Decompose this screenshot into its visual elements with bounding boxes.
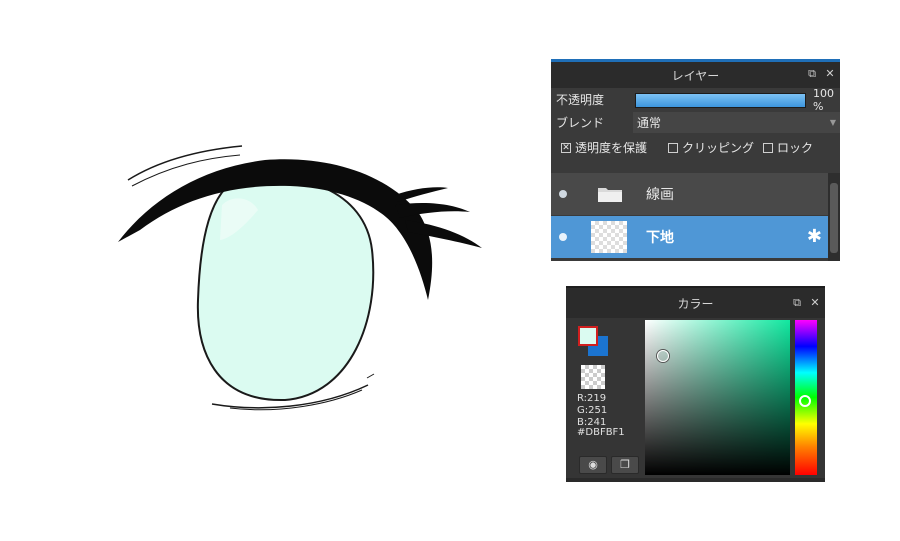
saturation-value-picker[interactable] bbox=[645, 320, 790, 475]
blend-label: ブレンド bbox=[556, 116, 605, 130]
color-panel-header: カラー ⧉ ✕ bbox=[566, 288, 825, 318]
lock-label: ロック bbox=[777, 141, 814, 155]
color-g-value: G:251 bbox=[577, 405, 608, 416]
eye-lash-flick-1 bbox=[395, 202, 470, 218]
checkbox-icon bbox=[763, 142, 773, 153]
color-hex-value: #DBFBF1 bbox=[577, 427, 625, 438]
protect-alpha-label: 透明度を保護 bbox=[575, 141, 648, 155]
picker-cursor[interactable] bbox=[657, 350, 669, 362]
popout-icon[interactable]: ⧉ bbox=[806, 68, 818, 80]
layer-name: 線画 bbox=[646, 187, 674, 203]
hue-cursor[interactable] bbox=[799, 395, 811, 407]
opacity-label: 不透明度 bbox=[556, 93, 605, 107]
color-panel-title: カラー bbox=[677, 296, 714, 311]
checkbox-icon bbox=[668, 142, 678, 153]
gear-icon[interactable]: ✱ bbox=[807, 226, 822, 247]
clipping-checkbox[interactable]: クリッピング bbox=[668, 139, 754, 156]
layer-name: 下地 bbox=[646, 230, 674, 246]
opacity-slider-fill bbox=[636, 94, 805, 107]
close-icon[interactable]: ✕ bbox=[809, 297, 821, 309]
panel-footer bbox=[566, 478, 825, 482]
layer-panel-header: レイヤー ⧉ ✕ bbox=[551, 62, 840, 88]
eye-lower-mark bbox=[366, 373, 375, 379]
blend-mode-select[interactable]: 通常 ▼ bbox=[633, 112, 840, 133]
layer-item-folder[interactable]: 線画 bbox=[551, 173, 828, 215]
layer-item-selected[interactable]: 下地 ✱ bbox=[551, 216, 828, 258]
blend-row: ブレンド 通常 ▼ bbox=[551, 111, 840, 134]
foreground-color-swatch[interactable] bbox=[578, 326, 598, 346]
transparent-color-swatch[interactable] bbox=[581, 365, 605, 389]
color-panel: カラー ⧉ ✕ R:219 G:251 B:241 #DBFBF1 ◉ ❐ bbox=[566, 286, 825, 482]
layer-thumbnail bbox=[591, 221, 627, 253]
color-mode-button[interactable]: ❐ bbox=[611, 456, 639, 474]
checkbox-checked-icon: ✕ bbox=[561, 142, 571, 153]
popout-icon[interactable]: ⧉ bbox=[791, 297, 803, 309]
opacity-row: 不透明度 100 % bbox=[551, 86, 840, 113]
clipping-label: クリッピング bbox=[682, 141, 755, 155]
opacity-value: 100 % bbox=[813, 86, 834, 113]
chevron-down-icon: ▼ bbox=[829, 118, 836, 127]
palette-icon: ◉ bbox=[588, 458, 598, 471]
layer-panel: レイヤー ⧉ ✕ 不透明度 100 % ブレンド 通常 ▼ ✕ 透明度を保護 ク… bbox=[551, 59, 840, 261]
color-mode-icon: ❐ bbox=[620, 458, 630, 471]
layer-options-row: ✕ 透明度を保護 クリッピング ロック bbox=[551, 134, 840, 161]
palette-button[interactable]: ◉ bbox=[579, 456, 607, 474]
close-icon[interactable]: ✕ bbox=[824, 68, 836, 80]
color-r-value: R:219 bbox=[577, 393, 607, 404]
blend-mode-value: 通常 bbox=[637, 116, 662, 130]
opacity-slider[interactable] bbox=[635, 93, 806, 108]
lock-checkbox[interactable]: ロック bbox=[763, 139, 813, 156]
folder-icon bbox=[598, 188, 622, 202]
layer-panel-title: レイヤー bbox=[671, 68, 720, 83]
visibility-icon[interactable] bbox=[559, 190, 567, 198]
eye-lash-flick-3 bbox=[395, 187, 448, 202]
layer-scrollbar[interactable] bbox=[828, 173, 840, 261]
protect-alpha-checkbox[interactable]: ✕ 透明度を保護 bbox=[561, 139, 647, 156]
visibility-icon[interactable] bbox=[559, 233, 567, 241]
scrollbar-thumb[interactable] bbox=[830, 183, 838, 253]
